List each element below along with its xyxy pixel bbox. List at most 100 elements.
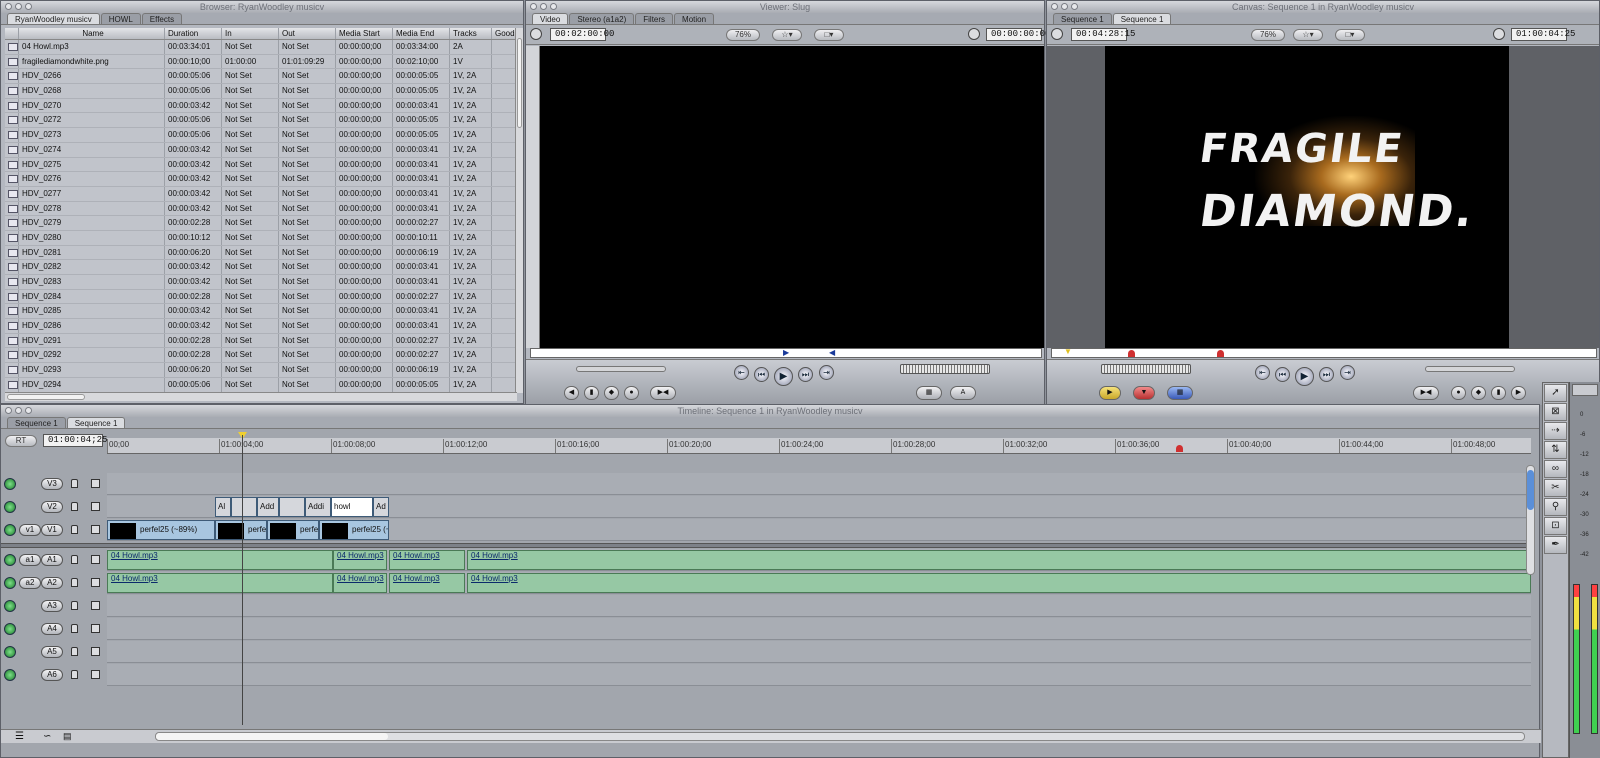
ripple-tool-icon[interactable]: ⇅ [1544,441,1567,459]
out-point-icon[interactable]: ◀ [829,348,835,357]
timeline-ruler[interactable]: 00;0001:00:04;0001:00:08;0001:00:12;0001… [106,438,1531,454]
list-item[interactable]: HDV_0284 00:00:02:28 Not Set Not Set 00:00:0… [5,289,517,305]
tab-stereo[interactable]: Stereo (a1a2) [569,13,635,24]
track-layout-icon[interactable]: ▤ [63,731,72,742]
previous-edit-icon[interactable]: ⏮ [1275,367,1290,382]
visibility-icon[interactable] [4,478,16,490]
destination-patch[interactable]: A5 [41,646,63,658]
auto-select-icon[interactable] [91,578,100,587]
list-item[interactable]: HDV_0285 00:00:03:42 Not Set Not Set 00:00:0… [5,304,517,320]
playhead-icon[interactable]: ▼ [1064,347,1072,356]
shuttle-slider[interactable] [576,366,666,372]
list-item[interactable]: 04 Howl.mp3 00:03:34:01 Not Set Not Set 00:0… [5,40,517,55]
shuttle-slider[interactable] [1425,366,1515,372]
destination-patch[interactable]: A1 [41,554,63,566]
zoom-popup[interactable]: 76% [726,29,760,41]
auto-select-icon[interactable] [91,647,100,656]
audio-clip[interactable]: 04 Howl.mp3 [389,550,465,570]
video-clip[interactable] [279,497,305,517]
lock-icon[interactable] [71,647,78,656]
list-item[interactable]: HDV_0274 00:00:03:42 Not Set Not Set 00:00:0… [5,142,517,158]
tab-filters[interactable]: Filters [635,13,674,24]
audio-clip[interactable]: 04 Howl.mp3 [467,573,1531,593]
timeline-vertical-scrollbar[interactable] [1526,465,1535,575]
overlay-popup[interactable]: □▾ [1335,29,1365,41]
audio-clip[interactable]: 04 Howl.mp3 [333,573,387,593]
insert-edit-icon[interactable]: ▶ [1099,386,1121,400]
clip-overlays-icon[interactable]: ∽ [43,731,51,742]
add-keyframe-icon[interactable]: ◆ [1471,386,1486,400]
view-popup[interactable]: ☆▾ [772,29,802,41]
browser-vertical-scrollbar[interactable] [515,28,523,393]
selection-tool-icon[interactable]: ➚ [1544,384,1567,402]
match-frame-icon[interactable]: ◀ [564,386,579,400]
browser-titlebar[interactable]: Browser: RyanWoodley musicv [1,1,523,13]
mark-in-out-icon[interactable]: ▶◀ [1413,386,1439,400]
tab-effects[interactable]: Effects [141,13,183,24]
playhead-line[interactable] [242,435,243,725]
audio-clip[interactable]: 04 Howl.mp3 [389,573,465,593]
lock-icon[interactable] [71,670,78,679]
speaker-icon[interactable] [4,577,16,589]
canvas-duration[interactable]: 00:04:28:15 [1071,28,1135,41]
scroll-thumb[interactable] [7,394,85,400]
destination-patch[interactable]: V2 [41,501,63,513]
scroll-thumb[interactable] [517,38,522,128]
list-item[interactable]: HDV_0268 00:00:05:06 Not Set Not Set 00:00:0… [5,84,517,99]
list-item[interactable]: fragilediamondwhite.png 00:00:10;00 01:00:… [5,54,517,70]
visibility-icon[interactable] [4,501,16,513]
mark-clip-icon[interactable]: ▮ [584,386,599,400]
video-clip[interactable]: Add [257,497,279,517]
pen-tool-icon[interactable]: ✒ [1544,536,1567,554]
add-marker-icon[interactable]: ● [624,386,639,400]
source-patch-a1[interactable]: a1 [19,554,41,566]
play-icon[interactable]: ▶ [1295,367,1314,386]
close-icon[interactable] [5,407,12,414]
visibility-icon[interactable] [4,524,16,536]
destination-patch[interactable]: V3 [41,478,63,490]
play-in-to-out-icon[interactable]: ⇤ [734,365,749,380]
timeline-horizontal-scrollbar[interactable] [155,732,1525,741]
recent-clips-icon[interactable]: ▦ [916,386,942,400]
speaker-icon[interactable] [4,554,16,566]
jog-control[interactable] [900,364,990,374]
tab-sequence-1a[interactable]: Sequence 1 [1053,13,1112,24]
lock-icon[interactable] [71,479,78,488]
overwrite-edit-icon[interactable]: ▼ [1133,386,1155,400]
track-select-tool-icon[interactable]: ⇢ [1544,422,1567,440]
tab-motion[interactable]: Motion [674,13,715,24]
column-media-end[interactable]: Media End [393,28,450,39]
next-edit-icon[interactable]: ⏭ [1319,367,1334,382]
list-item[interactable]: HDV_0272 00:00:05:06 Not Set Not Set 00:00:0… [5,113,517,129]
view-popup[interactable]: ☆▾ [1293,29,1323,41]
video-clip[interactable]: perfel2 [267,520,319,540]
track-height-icon[interactable]: ☰ [15,731,24,742]
video-audio-divider[interactable] [1,543,1531,548]
close-icon[interactable] [5,3,12,10]
audio-clip[interactable]: 04 Howl.mp3 [107,573,333,593]
close-icon[interactable] [1051,3,1058,10]
minimize-icon[interactable] [540,3,547,10]
canvas-screen[interactable]: FRAGILE DIAMOND. [1105,46,1509,348]
lock-icon[interactable] [71,624,78,633]
minimize-icon[interactable] [1061,3,1068,10]
auto-select-icon[interactable] [91,479,100,488]
lock-icon[interactable] [71,502,78,511]
video-clip[interactable]: Ad [373,497,389,517]
list-item[interactable]: HDV_0266 00:00:05:06 Not Set Not Set 00:00:0… [5,69,517,85]
video-clip[interactable]: Al [215,497,231,517]
rt-popup[interactable]: RT [5,435,37,447]
track-lane-a3[interactable] [107,595,1531,617]
marker-icon[interactable] [1217,350,1224,357]
viewer-screen[interactable] [540,46,1044,348]
column-name[interactable]: Name [19,28,165,39]
speaker-icon[interactable] [4,669,16,681]
canvas-titlebar[interactable]: Canvas: Sequence 1 in RyanWoodley musicv [1047,1,1599,13]
jog-control[interactable] [1101,364,1191,374]
mark-clip-icon[interactable]: ▮ [1491,386,1506,400]
list-item[interactable]: HDV_0276 00:00:03:42 Not Set Not Set 00:00:0… [5,172,517,187]
tab-project[interactable]: RyanWoodley musicv [7,13,100,24]
audio-clip[interactable]: 04 Howl.mp3 [333,550,387,570]
zoom-icon[interactable] [25,407,32,414]
list-item[interactable]: HDV_0278 00:00:03:42 Not Set Not Set 00:00:0… [5,201,517,217]
